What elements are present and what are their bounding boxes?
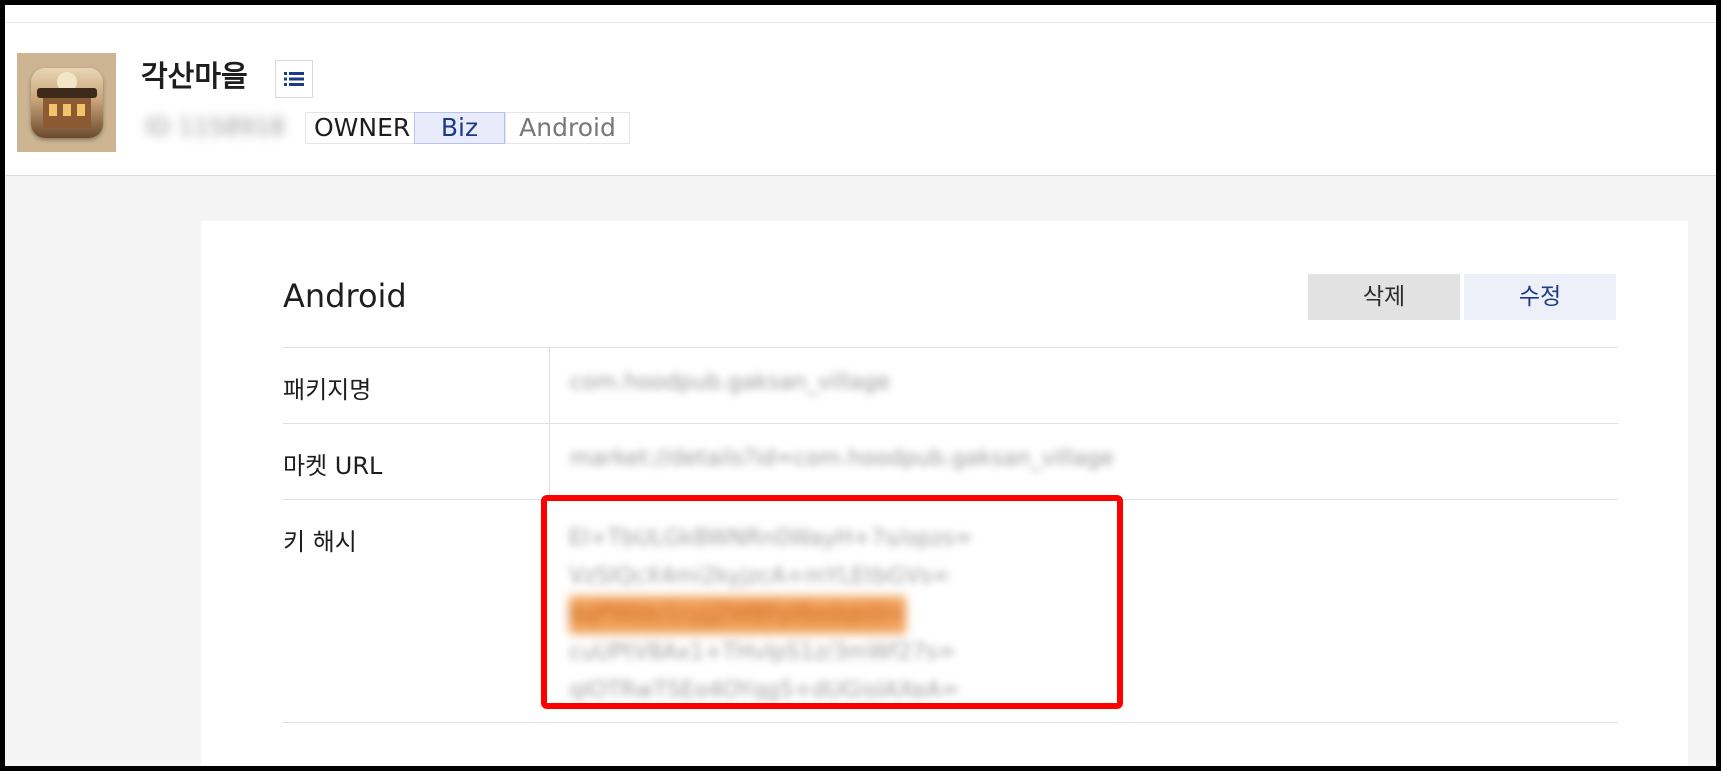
key-hash-item: qIOTRwTSEo4OYqg5+dUGisIAXeA=	[569, 678, 960, 703]
app-icon	[17, 53, 116, 152]
key-hash-item: VzSIQcX4mi2kyjzcA+mYLEtbGVs=	[569, 564, 950, 589]
package-value: com.hoodpub.gaksan_village	[570, 370, 891, 395]
key-hash-row: 키 해시 EI+TbULGkBWNRn0WayH+7s/opzs= VzSIQc…	[283, 499, 1618, 723]
app-list-button[interactable]	[275, 60, 313, 98]
platform-badge: Android	[505, 112, 630, 144]
key-hash-list: EI+TbULGkBWNRn0WayH+7s/opzs= VzSIQcX4mi2…	[569, 520, 973, 710]
package-label: 패키지명	[283, 376, 372, 404]
market-url-label: 마켓 URL	[283, 452, 383, 480]
edit-button[interactable]: 수정	[1464, 274, 1616, 320]
app-detail-page: 각산마을 ID 1158918 OWNER Biz Android Androi…	[5, 5, 1716, 766]
app-title: 각산마을	[141, 59, 248, 93]
key-hash-item: EI+TbULGkBWNRn0WayH+7s/opzs=	[569, 526, 973, 551]
list-icon	[284, 72, 304, 86]
section-title: Android	[283, 277, 407, 315]
top-strip	[5, 5, 1716, 23]
key-hash-label: 키 해시	[283, 528, 357, 556]
platform-card: Android 삭제 수정 패키지명 com.hoodpub.gaksan_vi…	[201, 221, 1688, 766]
market-url-row: 마켓 URL market://details?id=com.hoodpub.g…	[283, 423, 1618, 500]
app-icon-image	[30, 67, 103, 138]
owner-badge: OWNER	[305, 112, 420, 144]
app-id: ID 1158918	[145, 113, 286, 141]
market-url-value: market://details?id=com.hoodpub.gaksan_v…	[570, 446, 1114, 471]
app-header: 각산마을 ID 1158918 OWNER Biz Android	[5, 23, 1716, 176]
biz-badge: Biz	[414, 112, 505, 144]
delete-button[interactable]: 삭제	[1308, 274, 1460, 320]
key-hash-item-highlighted: bqPWbk/1ryjjZWBFpl6edqk0I=	[569, 596, 907, 634]
key-hash-item: cuUPtV8Ax1+THvIpS1z/3mWf27s=	[569, 640, 956, 665]
package-row: 패키지명 com.hoodpub.gaksan_village	[283, 347, 1618, 424]
